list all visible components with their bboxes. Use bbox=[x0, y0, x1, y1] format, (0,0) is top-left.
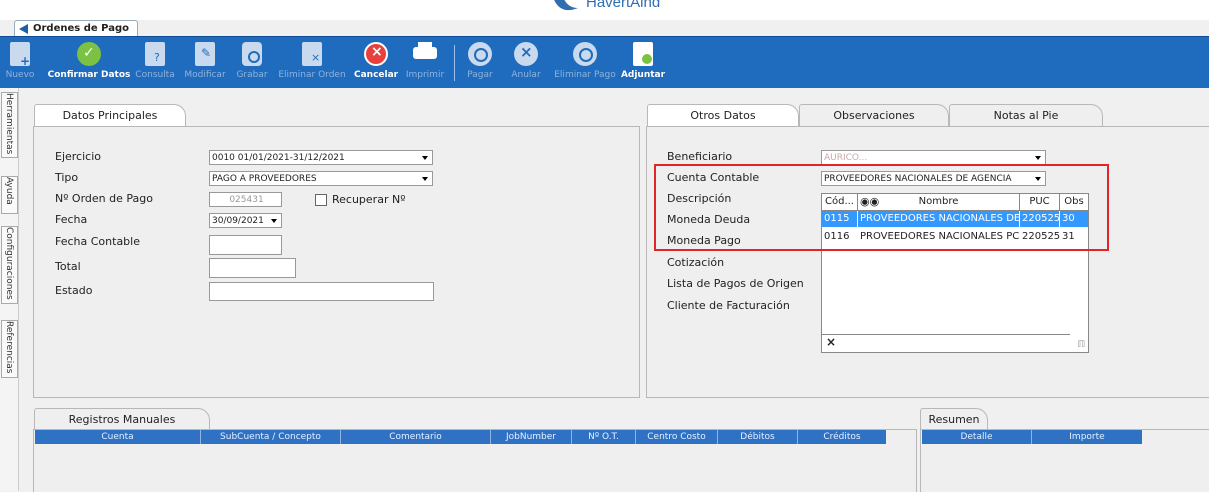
attach-button[interactable]: Adjuntar bbox=[620, 41, 666, 85]
cotizacion-label: Cotización bbox=[667, 256, 725, 269]
cliente-facturacion-label: Cliente de Facturación bbox=[667, 299, 790, 312]
tipo-label: Tipo bbox=[55, 171, 79, 184]
fecha-picker[interactable]: 30/09/2021 bbox=[209, 213, 282, 228]
confirm-button[interactable]: ✓ Confirmar Datos bbox=[44, 41, 134, 85]
resize-grip-icon[interactable]: ℿ bbox=[1077, 340, 1085, 350]
col-cuenta[interactable]: Cuenta bbox=[35, 430, 201, 444]
resumen-grid-header: Detalle Importe bbox=[922, 430, 1142, 444]
col-importe[interactable]: Importe bbox=[1032, 430, 1142, 444]
new-doc-icon: + bbox=[10, 42, 30, 68]
query-doc-icon: ? bbox=[145, 42, 165, 66]
chevron-down-icon bbox=[1032, 152, 1044, 163]
lista-pagos-label: Lista de Pagos de Origen bbox=[667, 277, 804, 290]
col-centro-costo[interactable]: Centro Costo bbox=[636, 430, 718, 444]
void-icon: × bbox=[514, 42, 538, 66]
fecha-contable-label: Fecha Contable bbox=[55, 235, 140, 248]
side-tabs: Herramientas Ayuda Configuraciones Refer… bbox=[0, 88, 19, 491]
chevron-down-icon bbox=[268, 215, 280, 226]
col-nro-ot[interactable]: Nº O.T. bbox=[572, 430, 636, 444]
window-tab-label: Ordenes de Pago bbox=[33, 23, 129, 34]
logo-icon bbox=[554, 0, 578, 11]
toolbar-separator bbox=[454, 45, 455, 81]
ejercicio-label: Ejercicio bbox=[55, 150, 101, 163]
check-circle-icon: ✓ bbox=[77, 42, 101, 66]
beneficiario-select[interactable]: AURICO... bbox=[821, 150, 1046, 165]
side-tab-configuraciones[interactable]: Configuraciones bbox=[1, 226, 18, 304]
tab-notas-al-pie[interactable]: Notas al Pie bbox=[949, 104, 1103, 127]
tipo-select[interactable]: PAGO A PROVEEDORES bbox=[209, 171, 433, 186]
toolbar: + Nuevo ✓ Confirmar Datos ? Consulta ✎ M… bbox=[0, 36, 1209, 88]
ejercicio-select[interactable]: 0010 01/01/2021-31/12/2021 bbox=[209, 150, 433, 165]
recuperar-label: Recuperar Nº bbox=[332, 193, 406, 206]
edit-doc-icon: ✎ bbox=[195, 42, 215, 66]
tab-otros-datos[interactable]: Otros Datos bbox=[647, 104, 799, 127]
modify-button[interactable]: ✎ Modificar bbox=[180, 41, 230, 85]
fecha-contable-field[interactable] bbox=[209, 235, 282, 255]
cancel-icon: × bbox=[364, 42, 388, 66]
nro-orden-field[interactable]: 025431 bbox=[209, 192, 282, 207]
delete-order-button[interactable]: × Eliminar Orden bbox=[274, 41, 350, 85]
col-subcuenta[interactable]: SubCuenta / Concepto bbox=[201, 430, 341, 444]
col-detalle[interactable]: Detalle bbox=[922, 430, 1032, 444]
save-button[interactable]: Grabar bbox=[234, 41, 270, 85]
datos-principales-panel bbox=[33, 126, 640, 398]
delete-payment-icon bbox=[573, 42, 597, 66]
printer-icon bbox=[413, 42, 437, 59]
delete-doc-icon: × bbox=[302, 42, 322, 66]
estado-label: Estado bbox=[55, 284, 93, 297]
registros-grid-header: Cuenta SubCuenta / Concepto Comentario J… bbox=[35, 430, 886, 444]
beneficiario-label: Beneficiario bbox=[667, 150, 733, 163]
logo-text: HavertAind bbox=[586, 0, 661, 11]
close-icon[interactable]: × bbox=[826, 335, 836, 349]
side-tab-ayuda[interactable]: Ayuda bbox=[1, 176, 18, 214]
side-tab-referencias[interactable]: Referencias bbox=[1, 320, 18, 378]
pay-button[interactable]: Pagar bbox=[462, 41, 498, 85]
print-button[interactable]: Imprimir bbox=[402, 41, 448, 85]
back-arrow-icon bbox=[19, 24, 28, 34]
total-label: Total bbox=[55, 260, 81, 273]
total-field[interactable] bbox=[209, 258, 296, 278]
dropdown-footer-line bbox=[822, 334, 1070, 335]
tab-observaciones[interactable]: Observaciones bbox=[799, 104, 949, 127]
window-tab[interactable]: Ordenes de Pago bbox=[14, 20, 138, 37]
tab-datos-principales[interactable]: Datos Principales bbox=[34, 104, 186, 127]
query-button[interactable]: ? Consulta bbox=[134, 41, 176, 85]
side-tab-herramientas[interactable]: Herramientas bbox=[1, 92, 18, 158]
highlight-box bbox=[654, 164, 1109, 251]
cancel-button[interactable]: × Cancelar bbox=[354, 41, 398, 85]
chevron-down-icon bbox=[419, 152, 431, 163]
recuperar-checkbox[interactable] bbox=[315, 194, 327, 206]
nro-orden-label: Nº Orden de Pago bbox=[55, 192, 153, 205]
col-jobnumber[interactable]: JobNumber bbox=[491, 430, 572, 444]
col-creditos[interactable]: Créditos bbox=[798, 430, 886, 444]
void-button[interactable]: × Anular bbox=[504, 41, 548, 85]
delete-payment-button[interactable]: Eliminar Pago bbox=[552, 41, 618, 85]
fecha-label: Fecha bbox=[55, 213, 88, 226]
attach-doc-icon bbox=[633, 42, 653, 66]
top-strip: HavertAind bbox=[0, 0, 1209, 20]
tab-registros-manuales[interactable]: Registros Manuales bbox=[34, 408, 210, 430]
tab-resumen[interactable]: Resumen bbox=[920, 408, 988, 430]
save-icon bbox=[242, 42, 262, 66]
pay-icon bbox=[468, 42, 492, 66]
col-comentario[interactable]: Comentario bbox=[341, 430, 491, 444]
estado-field[interactable] bbox=[209, 282, 434, 301]
col-debitos[interactable]: Débitos bbox=[718, 430, 798, 444]
new-button[interactable]: + Nuevo bbox=[2, 41, 38, 85]
chevron-down-icon bbox=[419, 173, 431, 184]
